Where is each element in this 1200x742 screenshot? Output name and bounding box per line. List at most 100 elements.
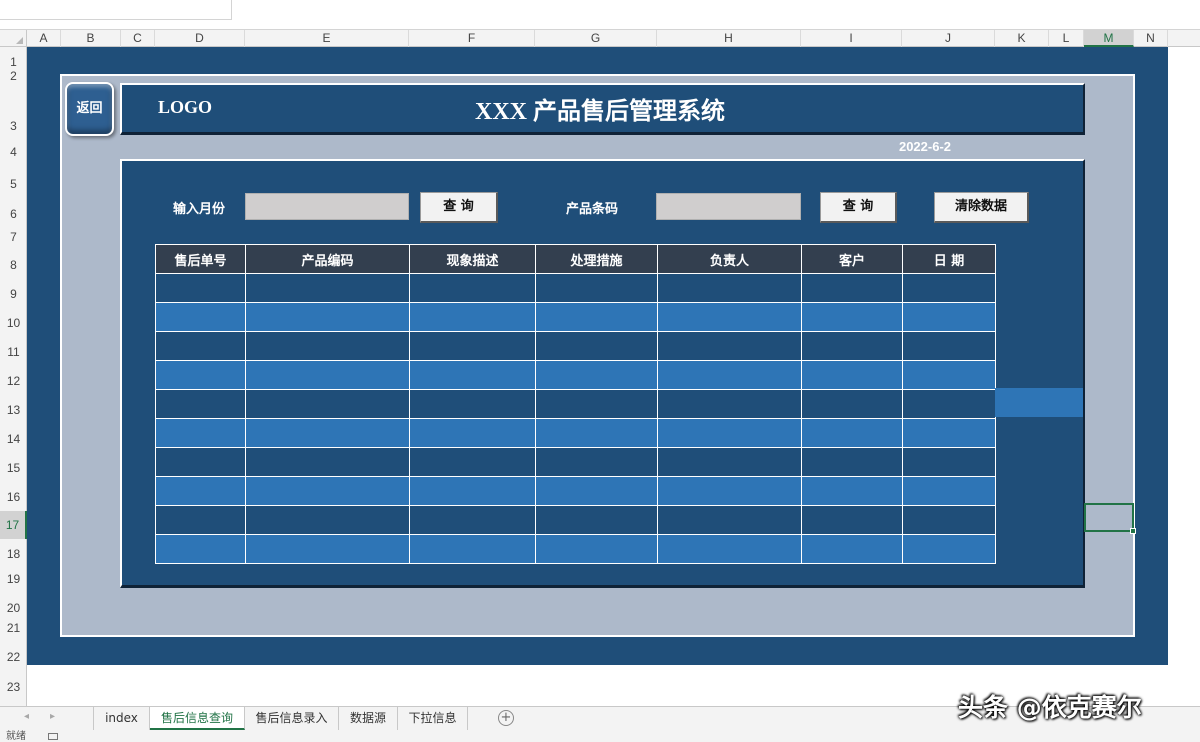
table-cell[interactable] xyxy=(801,505,903,535)
table-cell[interactable] xyxy=(902,505,996,535)
header-aftersales-no[interactable]: 售后单号 xyxy=(155,244,246,274)
select-all-corner[interactable] xyxy=(0,30,27,47)
table-cell[interactable] xyxy=(245,447,410,477)
table-cell[interactable] xyxy=(657,331,802,361)
sheet-tab-index[interactable]: index xyxy=(93,707,150,730)
table-cell[interactable] xyxy=(155,360,246,390)
table-cell[interactable] xyxy=(902,360,996,390)
table-cell[interactable] xyxy=(657,505,802,535)
sheet-tab-aftersales-query[interactable]: 售后信息查询 xyxy=(150,707,245,730)
table-cell[interactable] xyxy=(801,447,903,477)
table-cell[interactable] xyxy=(409,534,536,564)
table-cell[interactable] xyxy=(409,389,536,419)
sheet-tab-dropdown-info[interactable]: 下拉信息 xyxy=(398,707,468,730)
active-cell-selection[interactable] xyxy=(1084,503,1136,534)
table-cell[interactable] xyxy=(155,418,246,448)
table-cell[interactable] xyxy=(535,389,658,419)
column-header-selected[interactable]: M xyxy=(1084,30,1134,47)
sheet-tab-data-source[interactable]: 数据源 xyxy=(339,707,398,730)
column-header[interactable]: F xyxy=(409,30,535,47)
table-cell[interactable] xyxy=(409,273,536,303)
name-box[interactable] xyxy=(0,0,232,20)
row-header[interactable]: 18 xyxy=(0,541,27,567)
column-header[interactable]: E xyxy=(245,30,409,47)
row-header[interactable]: 16 xyxy=(0,484,27,510)
table-cell[interactable] xyxy=(657,389,802,419)
table-cell[interactable] xyxy=(245,360,410,390)
row-header[interactable]: 14 xyxy=(0,426,27,452)
table-cell[interactable] xyxy=(657,273,802,303)
table-cell[interactable] xyxy=(801,302,903,332)
row-header[interactable]: 10 xyxy=(0,310,27,336)
table-cell[interactable] xyxy=(409,331,536,361)
row-header[interactable]: 9 xyxy=(0,281,27,307)
month-input[interactable] xyxy=(245,193,409,220)
header-customer[interactable]: 客户 xyxy=(801,244,903,274)
table-cell[interactable] xyxy=(657,360,802,390)
table-cell[interactable] xyxy=(535,302,658,332)
row-header[interactable]: 15 xyxy=(0,455,27,481)
month-query-button[interactable]: 查 询 xyxy=(420,192,498,223)
column-header[interactable]: B xyxy=(61,30,121,47)
fill-handle[interactable] xyxy=(1130,528,1136,534)
table-cell[interactable] xyxy=(245,418,410,448)
table-cell[interactable] xyxy=(245,273,410,303)
add-sheet-icon[interactable]: + xyxy=(498,710,514,726)
table-cell[interactable] xyxy=(155,534,246,564)
column-header[interactable]: I xyxy=(801,30,902,47)
header-measures[interactable]: 处理措施 xyxy=(535,244,658,274)
column-header[interactable]: L xyxy=(1049,30,1084,47)
row-header[interactable]: 8 xyxy=(0,252,27,278)
table-cell[interactable] xyxy=(245,476,410,506)
row-header[interactable]: 6 xyxy=(0,201,27,227)
table-cell[interactable] xyxy=(801,389,903,419)
table-cell[interactable] xyxy=(535,447,658,477)
row-header[interactable]: 19 xyxy=(0,566,27,592)
table-cell[interactable] xyxy=(409,418,536,448)
back-button[interactable]: 返回 xyxy=(65,82,114,136)
row-header[interactable]: 3 xyxy=(0,113,27,139)
table-cell[interactable] xyxy=(535,534,658,564)
table-cell[interactable] xyxy=(409,302,536,332)
scroll-right-icon[interactable]: ▸ xyxy=(50,711,55,722)
table-cell[interactable] xyxy=(535,505,658,535)
table-cell[interactable] xyxy=(409,447,536,477)
macro-record-icon[interactable] xyxy=(48,733,58,740)
table-cell[interactable] xyxy=(155,447,246,477)
row-header[interactable]: 23 xyxy=(0,674,27,700)
row-header[interactable]: 12 xyxy=(0,368,27,394)
row-header[interactable]: 4 xyxy=(0,139,27,165)
table-cell[interactable] xyxy=(902,331,996,361)
table-cell[interactable] xyxy=(902,389,996,419)
row-header[interactable]: 11 xyxy=(0,339,27,365)
table-cell[interactable] xyxy=(801,331,903,361)
table-cell[interactable] xyxy=(902,447,996,477)
header-product-code[interactable]: 产品编码 xyxy=(245,244,410,274)
table-cell[interactable] xyxy=(657,447,802,477)
table-cell[interactable] xyxy=(409,505,536,535)
table-cell[interactable] xyxy=(657,418,802,448)
table-cell[interactable] xyxy=(245,389,410,419)
sheet-tab-aftersales-entry[interactable]: 售后信息录入 xyxy=(245,707,339,730)
table-cell[interactable] xyxy=(409,360,536,390)
row-header[interactable]: 2 xyxy=(0,69,27,83)
table-cell[interactable] xyxy=(902,273,996,303)
table-cell[interactable] xyxy=(155,476,246,506)
table-cell[interactable] xyxy=(245,302,410,332)
table-cell[interactable] xyxy=(657,476,802,506)
column-header[interactable]: G xyxy=(535,30,657,47)
column-header[interactable]: K xyxy=(995,30,1049,47)
table-cell[interactable] xyxy=(801,418,903,448)
column-header[interactable]: N xyxy=(1134,30,1168,47)
table-cell[interactable] xyxy=(902,476,996,506)
table-cell[interactable] xyxy=(801,273,903,303)
scroll-left-icon[interactable]: ◂ xyxy=(24,711,29,722)
table-cell[interactable] xyxy=(657,534,802,564)
table-cell[interactable] xyxy=(245,534,410,564)
header-date[interactable]: 日 期 xyxy=(902,244,996,274)
table-cell[interactable] xyxy=(245,331,410,361)
table-cell[interactable] xyxy=(801,476,903,506)
column-header[interactable]: C xyxy=(121,30,155,47)
row-header[interactable]: 7 xyxy=(0,227,27,247)
table-cell[interactable] xyxy=(535,476,658,506)
